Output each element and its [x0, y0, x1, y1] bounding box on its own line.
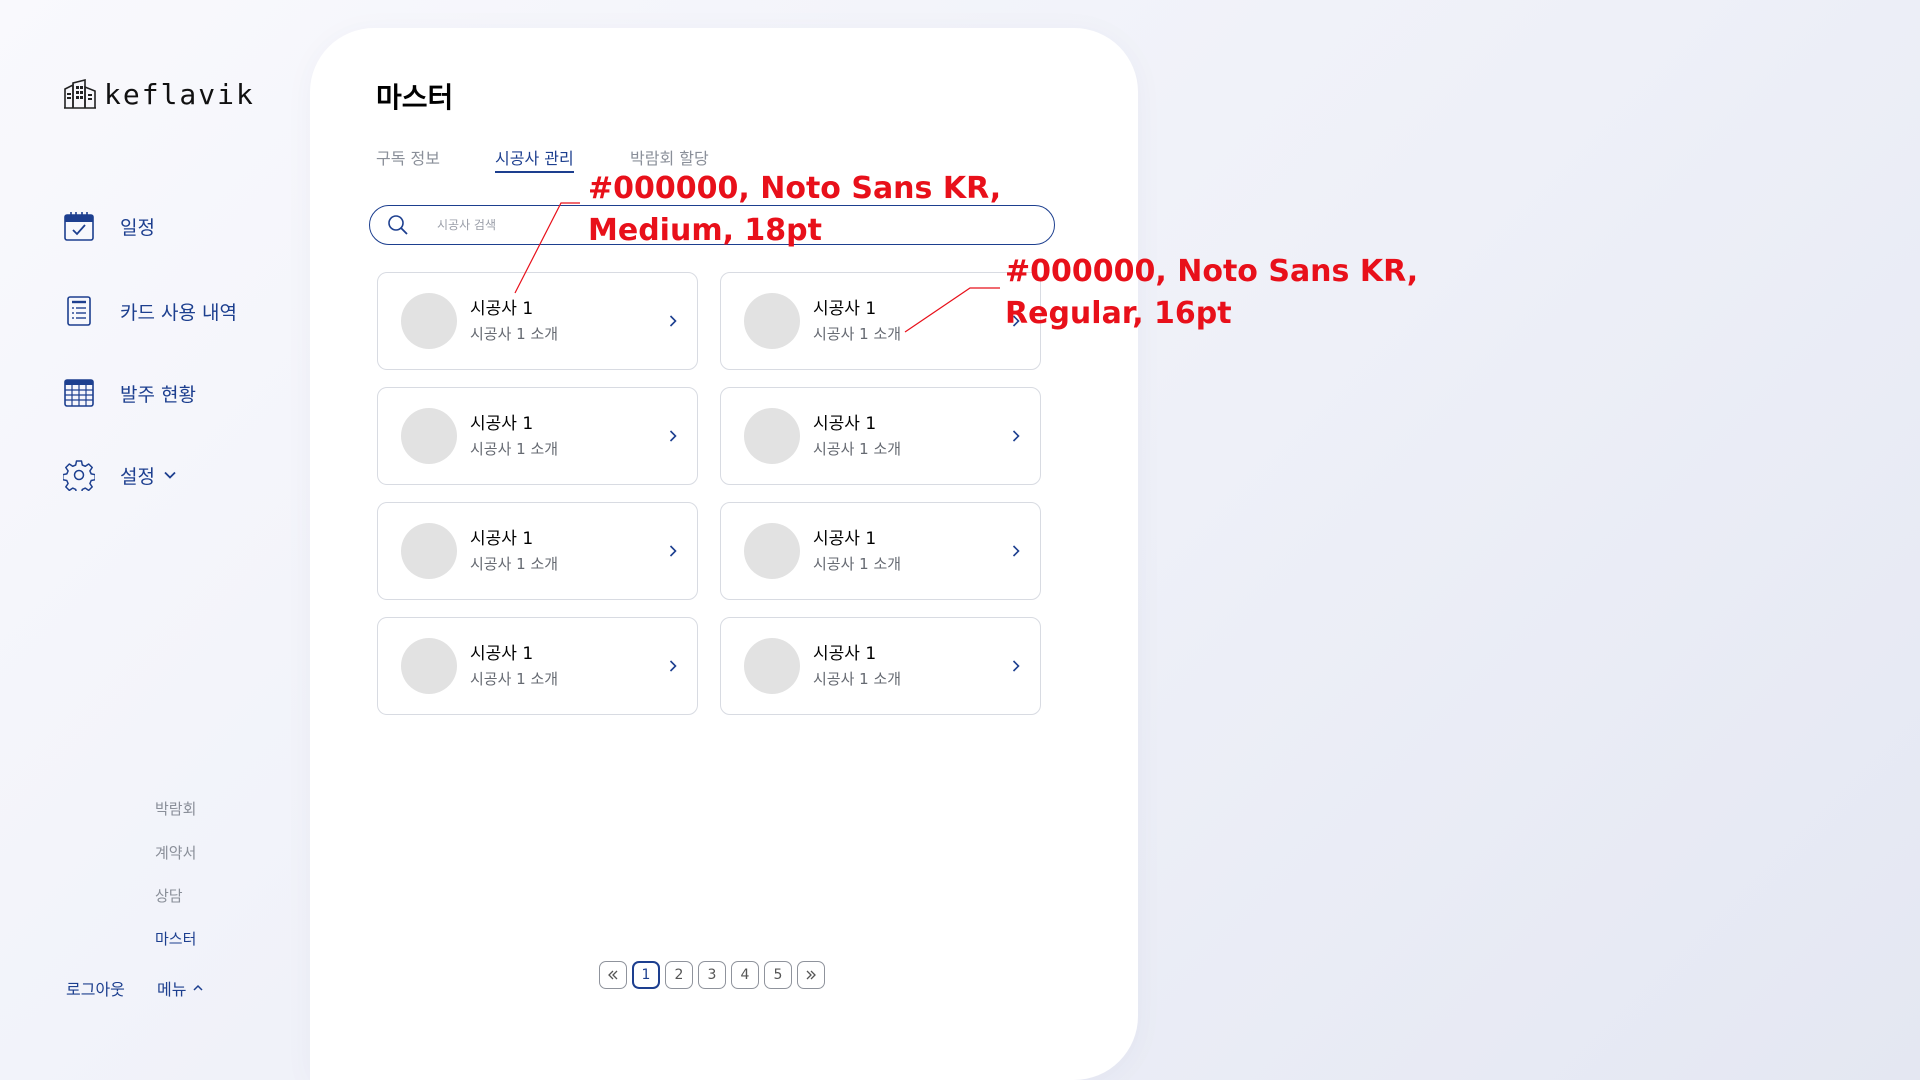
- annotation-card-title-font: #000000, Noto Sans KR, Medium, 18pt: [588, 168, 1001, 252]
- contractor-card[interactable]: 시공사 1 시공사 1 소개: [377, 502, 698, 600]
- contractor-card[interactable]: 시공사 1 시공사 1 소개: [377, 272, 698, 370]
- logo-text: keflavik: [104, 77, 255, 111]
- sub-menu-item-expo[interactable]: 박람회: [155, 798, 196, 819]
- chevron-right-icon: [669, 430, 677, 442]
- gear-icon: [63, 460, 95, 491]
- page-button-4[interactable]: 4: [731, 961, 759, 989]
- tab-contractor-management[interactable]: 시공사 관리: [495, 145, 574, 173]
- chevron-right-icon: [1012, 430, 1020, 442]
- chevron-down-icon[interactable]: [163, 468, 177, 482]
- page-button-5[interactable]: 5: [764, 961, 792, 989]
- annotation-line: Medium, 18pt: [588, 213, 822, 248]
- contractor-name: 시공사 1: [813, 644, 877, 664]
- contractor-description: 시공사 1 소개: [813, 325, 902, 343]
- nav-label: 카드 사용 내역: [120, 301, 237, 324]
- double-chevron-left-icon: [608, 970, 618, 980]
- contractor-description: 시공사 1 소개: [470, 555, 559, 573]
- avatar: [401, 293, 457, 349]
- avatar: [401, 523, 457, 579]
- page-button-1[interactable]: 1: [632, 961, 660, 989]
- avatar: [401, 638, 457, 694]
- avatar: [744, 408, 800, 464]
- nav-label: 발주 현황: [120, 383, 196, 406]
- tab-subscription-info[interactable]: 구독 정보: [376, 145, 440, 169]
- contractor-card[interactable]: 시공사 1 시공사 1 소개: [720, 502, 1041, 600]
- contractor-card[interactable]: 시공사 1 시공사 1 소개: [720, 387, 1041, 485]
- pagination: 1 2 3 4 5: [599, 961, 825, 989]
- annotation-line: Regular, 16pt: [1005, 296, 1232, 331]
- table-grid-icon: [64, 379, 94, 407]
- menu-toggle-button[interactable]: 메뉴: [157, 976, 204, 1000]
- sub-menu-item-consult[interactable]: 상담: [155, 885, 183, 906]
- page-title: 마스터: [376, 81, 454, 114]
- search-icon[interactable]: [387, 214, 409, 236]
- contractor-description: 시공사 1 소개: [470, 670, 559, 688]
- contractor-card[interactable]: 시공사 1 시공사 1 소개: [377, 617, 698, 715]
- building-logo-icon: [64, 79, 96, 109]
- contractor-description: 시공사 1 소개: [813, 555, 902, 573]
- double-chevron-right-icon: [806, 970, 816, 980]
- sub-menu-item-master[interactable]: 마스터: [155, 928, 196, 949]
- chevron-right-icon: [1012, 660, 1020, 672]
- menu-toggle-label: 메뉴: [157, 980, 187, 999]
- contractor-name: 시공사 1: [470, 299, 534, 319]
- last-page-button[interactable]: [797, 961, 825, 989]
- nav-item-order-status[interactable]: 발주 현황: [63, 375, 196, 411]
- tab-expo-assignment[interactable]: 박람회 할당: [630, 145, 709, 169]
- contractor-description: 시공사 1 소개: [813, 440, 902, 458]
- app-logo[interactable]: keflavik: [63, 77, 255, 111]
- chevron-right-icon: [669, 545, 677, 557]
- nav-item-schedule[interactable]: 일정: [63, 208, 155, 244]
- calendar-check-icon: [64, 212, 94, 241]
- nav-item-settings[interactable]: 설정: [63, 457, 177, 493]
- contractor-description: 시공사 1 소개: [470, 325, 559, 343]
- card-receipt-icon: [67, 296, 91, 326]
- annotation-card-description-font: #000000, Noto Sans KR, Regular, 16pt: [1005, 251, 1418, 335]
- logout-link[interactable]: 로그아웃: [66, 976, 125, 1000]
- contractor-card[interactable]: 시공사 1 시공사 1 소개: [720, 272, 1041, 370]
- avatar: [401, 408, 457, 464]
- contractor-card[interactable]: 시공사 1 시공사 1 소개: [377, 387, 698, 485]
- contractor-name: 시공사 1: [813, 414, 877, 434]
- contractor-name: 시공사 1: [470, 529, 534, 549]
- contractor-name: 시공사 1: [813, 529, 877, 549]
- chevron-right-icon: [669, 315, 677, 327]
- page-button-3[interactable]: 3: [698, 961, 726, 989]
- contractor-description: 시공사 1 소개: [813, 670, 902, 688]
- nav-label: 일정: [120, 216, 155, 239]
- page-button-2[interactable]: 2: [665, 961, 693, 989]
- contractor-card[interactable]: 시공사 1 시공사 1 소개: [720, 617, 1041, 715]
- annotation-line: #000000, Noto Sans KR,: [588, 171, 1002, 206]
- contractor-name: 시공사 1: [813, 299, 877, 319]
- contractor-card-grid: 시공사 1 시공사 1 소개 시공사 1 시공사 1 소개 시공사 1 시공사 …: [377, 272, 1041, 715]
- sub-menu-item-contract[interactable]: 계약서: [155, 842, 196, 863]
- chevron-up-icon: [193, 984, 203, 991]
- nav-item-card-history[interactable]: 카드 사용 내역: [63, 293, 237, 329]
- nav-label: 설정: [120, 465, 155, 488]
- contractor-description: 시공사 1 소개: [470, 440, 559, 458]
- avatar: [744, 293, 800, 349]
- contractor-name: 시공사 1: [470, 414, 534, 434]
- contractor-name: 시공사 1: [470, 644, 534, 664]
- first-page-button[interactable]: [599, 961, 627, 989]
- annotation-line: #000000, Noto Sans KR,: [1005, 254, 1419, 289]
- avatar: [744, 638, 800, 694]
- chevron-right-icon: [1012, 545, 1020, 557]
- avatar: [744, 523, 800, 579]
- chevron-right-icon: [669, 660, 677, 672]
